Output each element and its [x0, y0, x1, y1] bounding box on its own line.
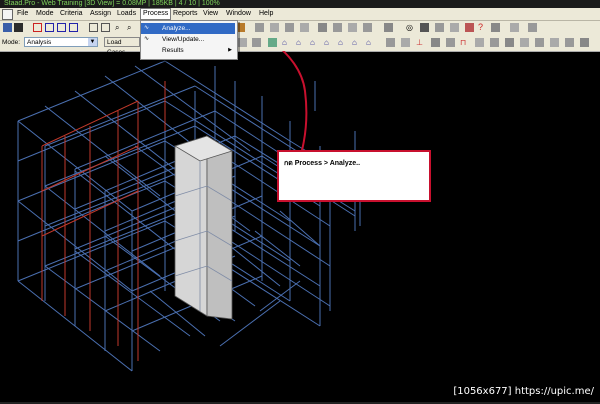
menu-bar: File Mode Criteria Assign Loads Process … [0, 8, 600, 21]
menu-help[interactable]: Help [257, 9, 275, 19]
node-tool-icon[interactable] [363, 23, 372, 32]
info-tool-icon[interactable] [491, 23, 500, 32]
chevron-down-icon[interactable]: ▼ [88, 38, 97, 46]
help-icon[interactable]: ? [478, 23, 487, 32]
render-icon[interactable] [580, 38, 589, 47]
select-node-icon[interactable] [57, 23, 66, 32]
node-label-icon[interactable] [401, 38, 410, 47]
mesh-icon[interactable] [550, 38, 559, 47]
select-solid-icon[interactable] [69, 23, 78, 32]
mode-select[interactable]: Analysis ▼ [24, 37, 98, 47]
window-title: Staad.Pro - Web Training [3D View] = 0.0… [4, 0, 220, 7]
app-system-icon[interactable] [2, 9, 13, 20]
new-file-icon[interactable] [3, 23, 12, 32]
print-tool-icon[interactable] [465, 23, 474, 32]
zoom-out-icon[interactable]: ⌕ [127, 23, 136, 32]
menu-file[interactable]: File [15, 9, 30, 19]
axis-icon[interactable] [490, 38, 499, 47]
pan-tool-icon[interactable] [252, 38, 261, 47]
binoculars-icon[interactable]: ◎ [406, 23, 415, 32]
load-tool-icon[interactable] [255, 23, 264, 32]
dimension-icon[interactable] [475, 38, 484, 47]
member-tool-icon[interactable] [285, 23, 294, 32]
select-frame-icon[interactable] [33, 23, 42, 32]
view-right-icon[interactable]: ⌂ [324, 38, 333, 47]
view-bottom-icon[interactable]: ⌂ [352, 38, 361, 47]
menu-item-analyze-label: Analyze... [162, 25, 191, 32]
menu-process[interactable]: Process [140, 8, 172, 20]
support-label-icon[interactable] [446, 38, 455, 47]
mode-value: Analysis [27, 39, 52, 46]
annotate-tool-icon[interactable] [435, 23, 444, 32]
menu-window[interactable]: Window [224, 9, 253, 19]
mode-label: Mode: [2, 39, 21, 46]
select-plate-icon[interactable] [45, 23, 54, 32]
analyze-icon: ∿ [144, 25, 150, 31]
frame-view-icon[interactable] [268, 38, 277, 47]
release-icon[interactable] [520, 38, 529, 47]
section-tool-icon[interactable] [386, 38, 395, 47]
menu-criteria[interactable]: Criteria [58, 9, 85, 19]
shrink-icon[interactable] [565, 38, 574, 47]
scale-tool-icon[interactable] [528, 23, 537, 32]
menu-mode[interactable]: Mode [34, 9, 56, 19]
instruction-callout: กด Process > Analyze.. [277, 150, 431, 202]
submenu-arrow-icon: ▶ [228, 47, 232, 53]
menu-item-view-update-label: View/Update... [162, 36, 205, 43]
menu-view[interactable]: View [201, 9, 220, 19]
view-left-icon[interactable]: ⌂ [310, 38, 319, 47]
menu-reports[interactable]: Reports [171, 9, 200, 19]
view-front-icon[interactable]: ⌂ [282, 38, 291, 47]
rotate-tool-icon[interactable] [238, 38, 247, 47]
window-title-bar: Staad.Pro - Web Training [3D View] = 0.0… [0, 0, 600, 8]
view-top-icon[interactable]: ⌂ [338, 38, 347, 47]
process-menu-dropdown: ∿ Analyze... ∿ View/Update... Results ▶ [140, 20, 238, 60]
structure-3d-view[interactable] [0, 51, 600, 404]
open-file-icon[interactable] [14, 23, 23, 32]
display-tool-icon[interactable] [510, 23, 519, 32]
menu-assign[interactable]: Assign [88, 9, 113, 19]
plate-tool-icon[interactable] [300, 23, 309, 32]
support-tool-icon[interactable] [270, 23, 279, 32]
grid-tool-icon[interactable] [384, 23, 393, 32]
orientation-icon[interactable] [505, 38, 514, 47]
menu-item-analyze[interactable]: ∿ Analyze... [141, 23, 235, 34]
highlighted-column[interactable] [174, 135, 233, 320]
view-back-icon[interactable]: ⌂ [296, 38, 305, 47]
spec-tool-icon[interactable] [348, 23, 357, 32]
property-tool-icon[interactable] [333, 23, 342, 32]
view-iso-icon[interactable]: ⌂ [366, 38, 375, 47]
menu-item-results[interactable]: Results ▶ [141, 45, 235, 56]
menu-loads[interactable]: Loads [115, 9, 138, 19]
menu-item-results-label: Results [162, 47, 184, 54]
beam-label-icon[interactable]: ⊥ [416, 38, 425, 47]
image-watermark: [1056x677] https://upic.me/ [453, 386, 594, 397]
view-update-icon: ∿ [144, 36, 150, 42]
view-fit-icon[interactable] [101, 23, 110, 32]
view-window-icon[interactable] [89, 23, 98, 32]
label-tool-icon[interactable] [450, 23, 459, 32]
standard-toolbar: ⌕ ⌕ ◎ ? [0, 21, 600, 34]
plate-label-icon[interactable] [431, 38, 440, 47]
zoom-icon[interactable]: ⌕ [115, 23, 124, 32]
offset-icon[interactable] [535, 38, 544, 47]
load-label-icon[interactable]: ⊓ [460, 38, 469, 47]
menu-item-view-update[interactable]: ∿ View/Update... [141, 34, 235, 45]
load-cases-button[interactable]: Load Cases [104, 37, 140, 56]
callout-text: กด Process > Analyze.. [284, 160, 361, 167]
mode-toolbar: Mode: Analysis ▼ Load Cases ⌂ ⌂ ⌂ ⌂ ⌂ ⌂ ⌂… [0, 34, 600, 56]
beam-tool-icon[interactable] [318, 23, 327, 32]
measure-tool-icon[interactable] [420, 23, 429, 32]
